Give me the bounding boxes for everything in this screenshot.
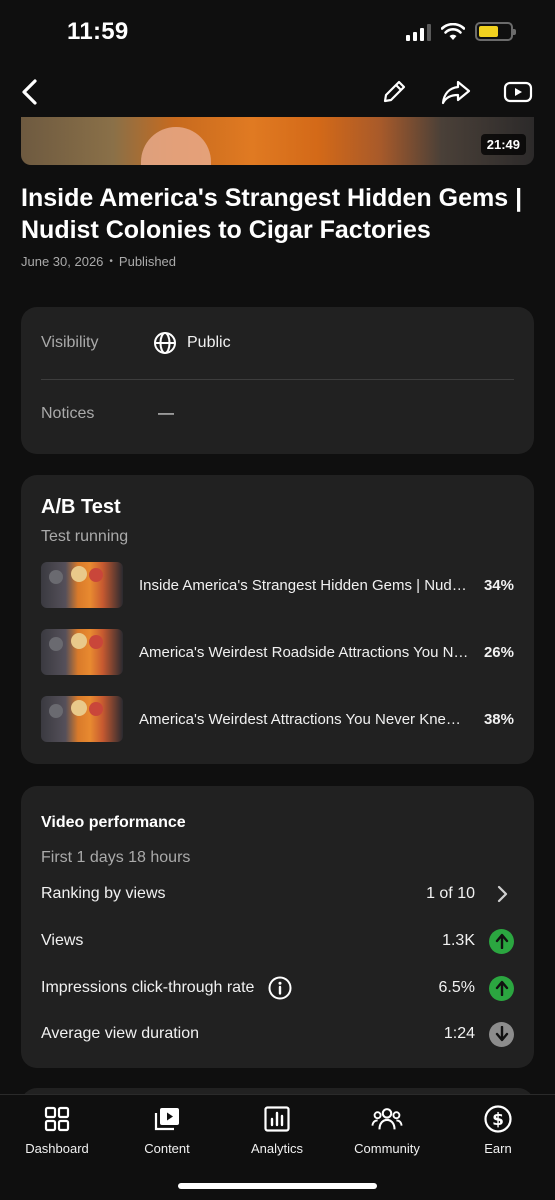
- notices-row: Notices —: [41, 405, 514, 423]
- svg-text:$: $: [492, 1110, 504, 1130]
- metric-value: 1:24: [443, 1025, 475, 1042]
- performance-title: Video performance: [41, 814, 186, 831]
- watch-on-youtube-button[interactable]: [498, 72, 538, 112]
- home-indicator: [178, 1183, 377, 1189]
- share-button[interactable]: [436, 72, 476, 112]
- avg-view-duration-row: Average view duration 1:24: [41, 1019, 514, 1049]
- nav-label: Community: [354, 1141, 420, 1156]
- variant-percent: 34%: [483, 576, 514, 594]
- ab-variant-row[interactable]: America's Weirdest Attractions You Never…: [41, 695, 514, 743]
- video-thumbnail[interactable]: 21:49: [21, 117, 534, 165]
- content-icon: [151, 1103, 183, 1135]
- ab-test-title: A/B Test: [41, 496, 121, 518]
- metric-value: 1.3K: [442, 932, 475, 949]
- views-row: Views 1.3K: [41, 926, 514, 956]
- ctr-row: Impressions click-through rate 6.5%: [41, 973, 514, 1003]
- ranking-row[interactable]: Ranking by views 1 of 10: [41, 879, 514, 909]
- battery-icon: [475, 22, 516, 41]
- nav-label: Dashboard: [25, 1141, 89, 1156]
- publish-status: Published: [118, 254, 177, 269]
- nav-label: Earn: [484, 1141, 512, 1156]
- separator-dot: •: [109, 256, 113, 267]
- ab-test-card[interactable]: A/B Test Test running Inside America's S…: [21, 475, 534, 764]
- metric-value: 1 of 10: [426, 885, 475, 902]
- nav-dashboard[interactable]: Dashboard: [2, 1103, 112, 1156]
- dashboard-icon: [41, 1103, 73, 1135]
- variant-thumbnail: [41, 696, 123, 742]
- visibility-label: Visibility: [41, 334, 99, 351]
- variant-title: Inside America's Strangest Hidden Gems |…: [139, 576, 469, 594]
- video-title: Inside America's Strangest Hidden Gems |…: [21, 184, 523, 244]
- metric-label: Ranking by views: [41, 885, 166, 902]
- notices-label: Notices: [41, 405, 95, 422]
- share-icon: [441, 80, 471, 105]
- nav-earn[interactable]: $ Earn: [443, 1103, 553, 1156]
- variant-title: America's Weirdest Roadside Attractions …: [139, 643, 469, 661]
- visibility-value: Public: [187, 334, 231, 351]
- status-icons: [406, 22, 516, 41]
- chevron-right-icon: [489, 882, 514, 907]
- details-card: Visibility Public Notices —: [21, 307, 534, 454]
- arrow-up-icon: [489, 975, 514, 1001]
- info-icon[interactable]: [268, 976, 292, 1000]
- earn-icon: $: [482, 1103, 514, 1135]
- nav-analytics[interactable]: Analytics: [222, 1103, 332, 1156]
- duration-badge: 21:49: [480, 134, 526, 155]
- ab-variant-row[interactable]: America's Weirdest Roadside Attractions …: [41, 628, 514, 676]
- arrow-down-icon: [489, 1021, 514, 1047]
- community-icon: [371, 1103, 403, 1135]
- visibility-row[interactable]: Visibility Public: [41, 331, 514, 355]
- arrow-up-icon: [489, 928, 514, 954]
- divider: [41, 379, 514, 380]
- back-button[interactable]: [10, 72, 50, 112]
- wifi-icon: [441, 22, 465, 40]
- status-bar: 11:59: [0, 0, 555, 66]
- metric-label: Impressions click-through rate: [41, 979, 255, 996]
- top-app-bar: [0, 66, 555, 116]
- performance-period: First 1 days 18 hours: [41, 849, 191, 866]
- publish-date: June 30, 2026: [21, 254, 104, 269]
- metric-label: Views: [41, 932, 84, 949]
- pencil-icon: [383, 80, 406, 103]
- video-performance-card: Video performance First 1 days 18 hours …: [21, 786, 534, 1068]
- metric-value: 6.5%: [438, 979, 475, 996]
- analytics-icon: [261, 1103, 293, 1135]
- ab-test-status: Test running: [41, 528, 129, 545]
- globe-icon: [154, 332, 176, 354]
- nav-label: Content: [144, 1141, 190, 1156]
- variant-thumbnail: [41, 562, 123, 608]
- variant-percent: 26%: [483, 643, 514, 661]
- youtube-play-icon: [503, 81, 533, 103]
- cellular-signal-icon: [406, 23, 431, 41]
- status-time: 11:59: [67, 18, 129, 45]
- nav-label: Analytics: [250, 1141, 304, 1156]
- notices-value: —: [158, 405, 174, 422]
- video-meta: June 30, 2026 • Published: [21, 254, 176, 269]
- chevron-left-icon: [22, 79, 37, 105]
- ab-variant-row[interactable]: Inside America's Strangest Hidden Gems |…: [41, 561, 514, 609]
- variant-percent: 38%: [483, 710, 514, 728]
- edit-button[interactable]: [374, 72, 414, 112]
- variant-thumbnail: [41, 629, 123, 675]
- metric-label: Average view duration: [41, 1025, 200, 1042]
- nav-community[interactable]: Community: [332, 1103, 442, 1156]
- nav-content[interactable]: Content: [112, 1103, 222, 1156]
- variant-title: America's Weirdest Attractions You Never…: [139, 710, 469, 728]
